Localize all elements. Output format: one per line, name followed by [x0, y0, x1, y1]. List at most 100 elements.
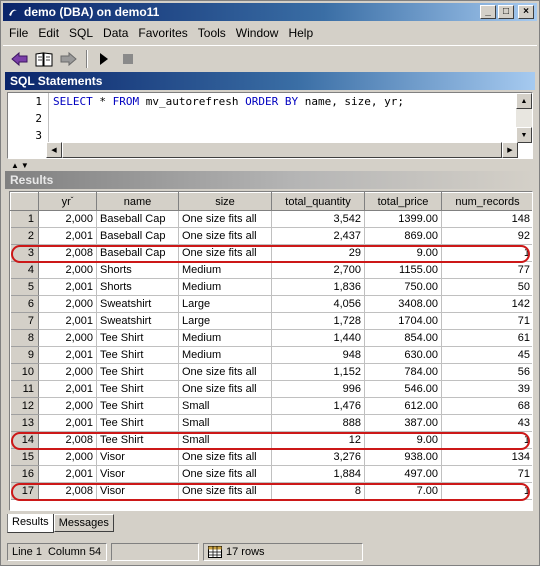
table-row[interactable]: 10 2,000 Tee Shirt One size fits all 1,152 78…: [10, 363, 532, 381]
cell-yr[interactable]: 2,008: [38, 482, 97, 500]
results-header[interactable]: Results: [5, 171, 535, 189]
menu-tools[interactable]: Tools: [193, 26, 231, 40]
cell-size[interactable]: One size fits all: [178, 210, 272, 228]
row-number[interactable]: 14: [10, 431, 39, 449]
cell-size[interactable]: Small: [178, 431, 272, 449]
cell-num-records[interactable]: 77: [441, 261, 532, 279]
table-row[interactable]: 12 2,000 Tee Shirt Small 1,476 612.00 68: [10, 397, 532, 415]
cell-yr[interactable]: 2,008: [38, 244, 97, 262]
cell-total-quantity[interactable]: 2,700: [271, 261, 365, 279]
row-number[interactable]: 5: [10, 278, 39, 296]
cell-size[interactable]: One size fits all: [178, 380, 272, 398]
back-arrow-icon[interactable]: [9, 48, 31, 70]
cell-total-price[interactable]: 869.00: [364, 227, 442, 245]
cell-num-records[interactable]: 68: [441, 397, 532, 415]
cell-num-records[interactable]: 148: [441, 210, 532, 228]
cell-name[interactable]: Baseball Cap: [96, 244, 179, 262]
cell-total-quantity[interactable]: 1,884: [271, 465, 365, 483]
table-row[interactable]: 9 2,001 Tee Shirt Medium 948 630.00 45: [10, 346, 532, 364]
tab-messages[interactable]: Messages: [53, 514, 114, 532]
cell-num-records[interactable]: 1: [441, 244, 532, 262]
scroll-left-icon[interactable]: ◀: [46, 142, 62, 158]
cell-name[interactable]: Tee Shirt: [96, 431, 179, 449]
cell-size[interactable]: Medium: [178, 346, 272, 364]
cell-size[interactable]: One size fits all: [178, 448, 272, 466]
cell-total-price[interactable]: 9.00: [364, 431, 442, 449]
cell-yr[interactable]: 2,008: [38, 431, 97, 449]
table-row[interactable]: 4 2,000 Shorts Medium 2,700 1155.00 77: [10, 261, 532, 279]
cell-name[interactable]: Tee Shirt: [96, 346, 179, 364]
cell-num-records[interactable]: 71: [441, 312, 532, 330]
close-button[interactable]: ×: [518, 5, 534, 19]
cell-num-records[interactable]: 43: [441, 414, 532, 432]
cell-size[interactable]: One size fits all: [178, 465, 272, 483]
cell-total-quantity[interactable]: 3,276: [271, 448, 365, 466]
row-number[interactable]: 4: [10, 261, 39, 279]
table-row[interactable]: 7 2,001 Sweatshirt Large 1,728 1704.00 71: [10, 312, 532, 330]
cell-name[interactable]: Shorts: [96, 261, 179, 279]
cell-yr[interactable]: 2,001: [38, 414, 97, 432]
cell-size[interactable]: Large: [178, 312, 272, 330]
cell-yr[interactable]: 2,001: [38, 380, 97, 398]
row-number[interactable]: 7: [10, 312, 39, 330]
table-row[interactable]: 5 2,001 Shorts Medium 1,836 750.00 50: [10, 278, 532, 296]
row-number[interactable]: 3: [10, 244, 39, 262]
cell-total-quantity[interactable]: 2,437: [271, 227, 365, 245]
sql-editor[interactable]: 1 2 3 SELECT * FROM mv_autorefresh ORDER…: [7, 92, 533, 159]
menu-favorites[interactable]: Favorites: [133, 26, 192, 40]
row-number[interactable]: 2: [10, 227, 39, 245]
cell-name[interactable]: Tee Shirt: [96, 329, 179, 347]
cell-name[interactable]: Visor: [96, 465, 179, 483]
scroll-down-icon[interactable]: ▼: [516, 127, 532, 143]
title-bar[interactable]: demo (DBA) on demo11 _ □ ×: [3, 3, 537, 21]
cell-size[interactable]: Medium: [178, 329, 272, 347]
cell-num-records[interactable]: 50: [441, 278, 532, 296]
row-number[interactable]: 9: [10, 346, 39, 364]
stop-icon[interactable]: [117, 48, 139, 70]
row-number[interactable]: 13: [10, 414, 39, 432]
cell-num-records[interactable]: 1: [441, 431, 532, 449]
menu-sql[interactable]: SQL: [64, 26, 98, 40]
cell-total-quantity[interactable]: 29: [271, 244, 365, 262]
table-row[interactable]: 2 2,001 Baseball Cap One size fits all 2,437…: [10, 227, 532, 245]
row-number[interactable]: 16: [10, 465, 39, 483]
table-row[interactable]: 11 2,001 Tee Shirt One size fits all 996 546.…: [10, 380, 532, 398]
scroll-thumb[interactable]: [62, 142, 502, 158]
cell-total-price[interactable]: 854.00: [364, 329, 442, 347]
cell-size[interactable]: Small: [178, 397, 272, 415]
cell-total-price[interactable]: 1155.00: [364, 261, 442, 279]
cell-total-quantity[interactable]: 4,056: [271, 295, 365, 313]
cell-total-quantity[interactable]: 8: [271, 482, 365, 500]
row-number[interactable]: 8: [10, 329, 39, 347]
cell-total-quantity[interactable]: 12: [271, 431, 365, 449]
forward-arrow-icon[interactable]: [57, 48, 79, 70]
cell-size[interactable]: Medium: [178, 278, 272, 296]
column-header-total-price[interactable]: total_price: [364, 192, 442, 211]
cell-yr[interactable]: 2,000: [38, 448, 97, 466]
table-row[interactable]: 13 2,001 Tee Shirt Small 888 387.00 43: [10, 414, 532, 432]
cell-num-records[interactable]: 142: [441, 295, 532, 313]
row-number[interactable]: 1: [10, 210, 39, 228]
row-number[interactable]: 10: [10, 363, 39, 381]
cell-total-price[interactable]: 7.00: [364, 482, 442, 500]
cell-num-records[interactable]: 61: [441, 329, 532, 347]
cell-total-price[interactable]: 750.00: [364, 278, 442, 296]
cell-yr[interactable]: 2,000: [38, 363, 97, 381]
cell-name[interactable]: Baseball Cap: [96, 227, 179, 245]
cell-yr[interactable]: 2,001: [38, 278, 97, 296]
cell-name[interactable]: Tee Shirt: [96, 380, 179, 398]
table-row[interactable]: 17 2,008 Visor One size fits all 8 7.00 1: [10, 482, 532, 500]
cell-num-records[interactable]: 56: [441, 363, 532, 381]
cell-yr[interactable]: 2,001: [38, 312, 97, 330]
cell-name[interactable]: Sweatshirt: [96, 295, 179, 313]
collapse-down-icon[interactable]: ▼: [21, 161, 29, 170]
cell-name[interactable]: Tee Shirt: [96, 397, 179, 415]
cell-yr[interactable]: 2,001: [38, 227, 97, 245]
cell-total-price[interactable]: 387.00: [364, 414, 442, 432]
row-number[interactable]: 15: [10, 448, 39, 466]
cell-total-quantity[interactable]: 996: [271, 380, 365, 398]
cell-name[interactable]: Tee Shirt: [96, 363, 179, 381]
table-row[interactable]: 8 2,000 Tee Shirt Medium 1,440 854.00 61: [10, 329, 532, 347]
execute-icon[interactable]: [93, 48, 115, 70]
row-number[interactable]: 11: [10, 380, 39, 398]
